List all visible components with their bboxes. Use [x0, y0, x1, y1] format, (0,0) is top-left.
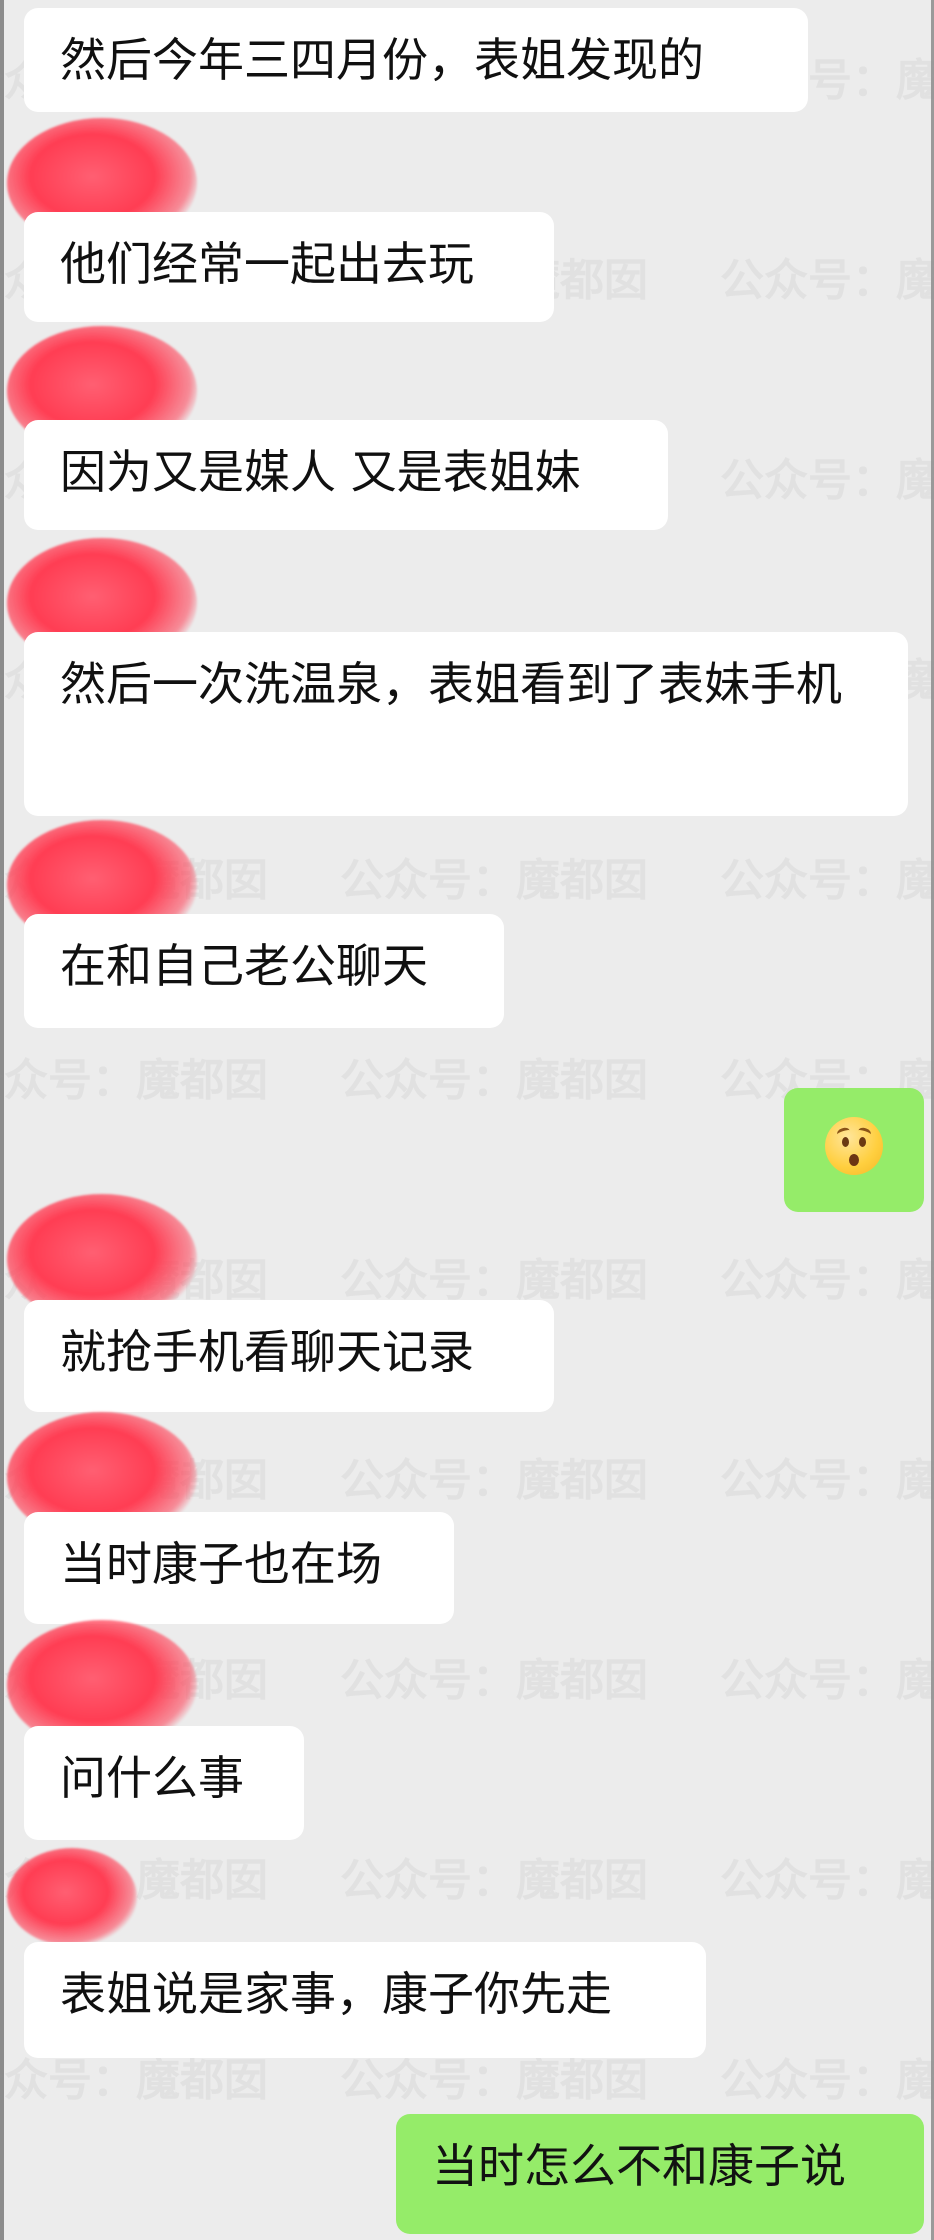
sent-message-bubble: 当时怎么不和康子说	[396, 2114, 924, 2234]
message-bubble: 然后一次洗温泉，表姐看到了表妹手机	[24, 632, 908, 816]
watermark-text: 公众号：魔都囡	[720, 1855, 934, 1906]
message-bubble: 因为又是媒人 又是表姐妹	[24, 420, 668, 530]
watermark-text: 公众号：魔都囡	[340, 1455, 648, 1506]
left-frame-line	[0, 0, 4, 2240]
watermark-text: 公众号：魔都囡	[340, 1255, 648, 1306]
message-text: 表姐说是家事，康子你先走	[60, 1967, 612, 2021]
message-text: 他们经常一起出去玩	[60, 237, 474, 291]
message-text: 在和自己老公聊天	[60, 939, 428, 993]
message-bubble: 在和自己老公聊天	[24, 914, 504, 1028]
watermark-text: 公众号：魔都囡	[720, 255, 934, 306]
watermark-text: 公众号：魔都囡	[720, 1455, 934, 1506]
sent-emoji-bubble	[784, 1088, 924, 1212]
watermark-text: 公众号：魔都囡	[720, 1655, 934, 1706]
watermark-text: 公众号：魔都囡	[340, 1655, 648, 1706]
message-bubble: 他们经常一起出去玩	[24, 212, 554, 322]
worried-face-emoji-icon	[825, 1117, 883, 1175]
watermark-text: 公众号：魔都囡	[720, 1255, 934, 1306]
message-text: 就抢手机看聊天记录	[60, 1325, 474, 1379]
watermark-text: 公众号：魔都囡	[340, 855, 648, 906]
message-text: 然后今年三四月份，表姐发现的	[60, 33, 704, 87]
watermark-text: 公众号：魔都囡	[720, 855, 934, 906]
message-bubble: 然后今年三四月份，表姐发现的	[24, 8, 808, 112]
watermark-row: 公众号：魔都囡 公众号：魔都囡 公众号：魔都囡	[0, 1844, 934, 1906]
chat-screen: 公众号：魔都囡 公众号：魔都囡 公众号：魔都囡 公众号：魔都囡 公众号：魔都囡 …	[0, 0, 934, 2240]
message-text: 因为又是媒人 又是表姐妹	[60, 445, 581, 499]
message-bubble: 当时康子也在场	[24, 1512, 454, 1624]
blurred-avatar	[7, 1848, 137, 1946]
message-bubble: 问什么事	[24, 1726, 304, 1840]
message-text: 当时怎么不和康子说	[432, 2139, 846, 2193]
message-text: 问什么事	[60, 1751, 244, 1805]
message-bubble: 表姐说是家事，康子你先走	[24, 1942, 706, 2058]
mouth	[849, 1154, 859, 1166]
watermark-text: 公众号：魔都囡	[720, 455, 934, 506]
message-text: 当时康子也在场	[60, 1537, 382, 1591]
watermark-text: 公众号：魔都囡	[720, 2055, 934, 2106]
watermark-text: 公众号：魔都囡	[340, 1855, 648, 1906]
watermark-text: 公众号：魔都囡	[0, 1055, 268, 1106]
eyebrow-left	[835, 1126, 852, 1139]
watermark-text: 公众号：魔都囡	[340, 1055, 648, 1106]
eyebrow-right	[856, 1126, 873, 1139]
message-bubble: 就抢手机看聊天记录	[24, 1300, 554, 1412]
message-text: 然后一次洗温泉，表姐看到了表妹手机	[60, 657, 842, 711]
